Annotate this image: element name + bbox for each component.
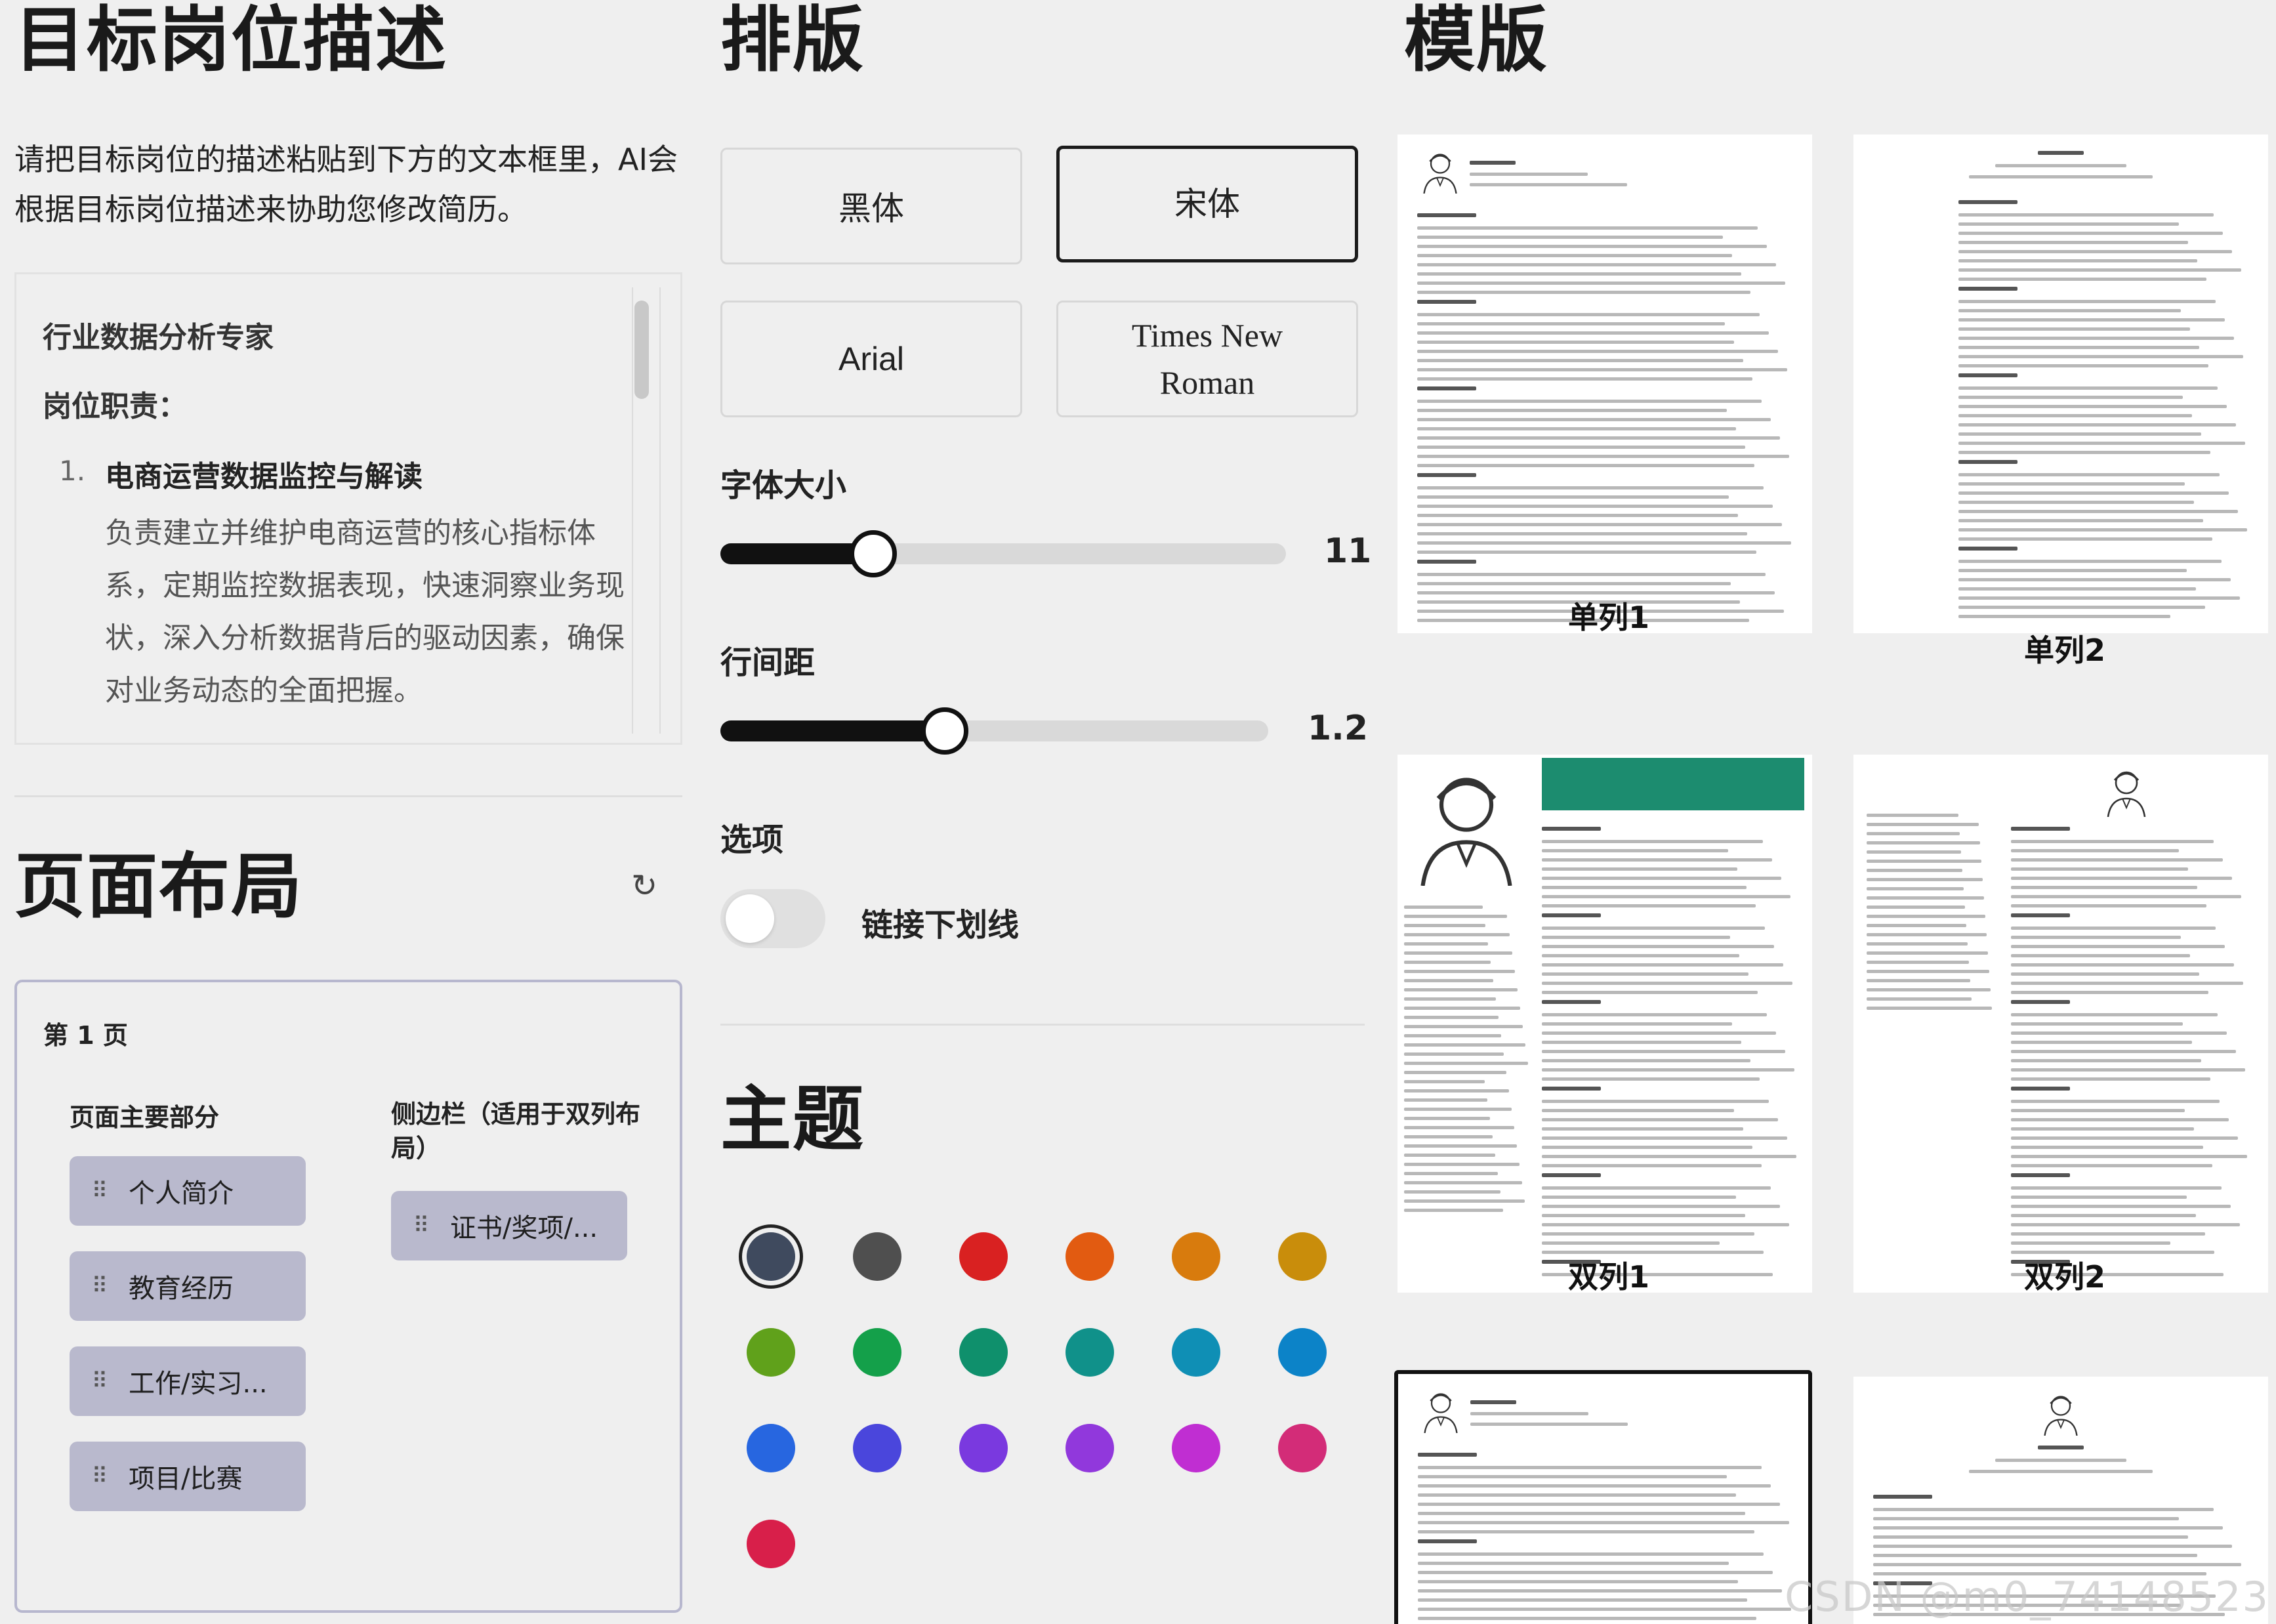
- font-size-value: 11: [1324, 531, 1372, 571]
- theme-color-swatch[interactable]: [959, 1424, 1008, 1472]
- theme-color-swatch[interactable]: [1066, 1328, 1114, 1377]
- page-number-label: 第 1 页: [43, 1021, 128, 1050]
- options-label: 选项: [720, 822, 784, 858]
- template-header-band: [1542, 758, 1804, 810]
- drag-handle-icon[interactable]: ⠿: [70, 1178, 129, 1204]
- theme-color-swatch[interactable]: [1066, 1232, 1114, 1281]
- watermark: CSDN @m0_74148523: [1785, 1573, 2269, 1621]
- template-thumbnail[interactable]: [1397, 135, 1812, 633]
- textarea-scrollbar-thumb[interactable]: [634, 301, 649, 399]
- avatar-icon: [1423, 154, 1457, 194]
- template-label: 双列2: [2024, 1259, 2106, 1295]
- templates-heading: 模版: [1404, 0, 1549, 81]
- line-height-slider[interactable]: [720, 707, 1268, 755]
- job-section-text: 岗位职责：: [43, 390, 187, 423]
- avatar-icon: [2107, 771, 2146, 817]
- job-description-heading: 目标岗位描述: [14, 0, 448, 81]
- theme-color-swatch[interactable]: [1172, 1328, 1220, 1377]
- template-thumbnail[interactable]: [1394, 1370, 1812, 1624]
- font-option-arial[interactable]: Arial: [720, 301, 1022, 417]
- job-item-body: 负责建立并维护电商运营的核心指标体系，定期监控数据表现，快速洞察业务现状，深入分…: [105, 516, 625, 707]
- layout-chip-education[interactable]: ⠿ 教育经历: [70, 1251, 306, 1321]
- drag-handle-icon[interactable]: ⠿: [70, 1368, 129, 1394]
- font-option-heiti[interactable]: 黑体: [720, 148, 1022, 264]
- theme-color-swatch[interactable]: [1278, 1424, 1327, 1472]
- font-size-slider-thumb[interactable]: [850, 530, 897, 577]
- theme-color-swatch[interactable]: [747, 1328, 795, 1377]
- template-label: 单列2: [2024, 633, 2106, 668]
- layout-chip-profile[interactable]: ⠿ 个人简介: [70, 1156, 306, 1226]
- typography-and-theme-column: 排版 黑体 宋体 Arial Times New Roman 字体大小 11 行…: [720, 0, 1371, 1624]
- drag-handle-icon[interactable]: ⠿: [70, 1273, 129, 1299]
- divider: [720, 1024, 1365, 1026]
- theme-color-swatch[interactable]: [853, 1328, 901, 1377]
- theme-color-swatch[interactable]: [1278, 1328, 1327, 1377]
- layout-chip-work[interactable]: ⠿ 工作/实习...: [70, 1346, 306, 1416]
- job-description-textarea[interactable]: 行业数据分析专家 岗位职责： 1. 电商运营数据监控与解读 负责建立并维护电商运…: [14, 272, 682, 745]
- page-layout-heading: 页面布局: [14, 846, 304, 928]
- theme-color-swatch[interactable]: [1172, 1424, 1220, 1472]
- avatar-icon: [2044, 1396, 2078, 1436]
- typography-heading: 排版: [720, 0, 865, 81]
- theme-color-swatch[interactable]: [1278, 1232, 1327, 1281]
- template-thumbnail[interactable]: [1397, 755, 1812, 1293]
- font-size-slider[interactable]: [720, 530, 1286, 577]
- font-option-songti[interactable]: 宋体: [1056, 146, 1358, 262]
- job-description-instructions: 请把目标岗位的描述粘贴到下方的文本框里，AI会根据目标岗位描述来协助您修改简历。: [14, 142, 678, 227]
- avatar-icon: [1424, 1393, 1458, 1433]
- theme-color-swatch[interactable]: [959, 1328, 1008, 1377]
- theme-color-swatch[interactable]: [1066, 1424, 1114, 1472]
- template-label: 单列1: [1568, 600, 1650, 635]
- resume-editor-settings: 目标岗位描述 请把目标岗位的描述粘贴到下方的文本框里，AI会根据目标岗位描述来协…: [0, 0, 2276, 1624]
- theme-color-swatch[interactable]: [853, 1424, 901, 1472]
- page-layout-panel: 第 1 页 页面主要部分 侧边栏（适用于双列布局） ⠿ 个人简介 ⠿ 教育经历 …: [14, 980, 682, 1613]
- main-section-label: 页面主要部分: [70, 1103, 220, 1132]
- theme-color-swatch[interactable]: [853, 1232, 901, 1281]
- theme-color-swatch[interactable]: [959, 1232, 1008, 1281]
- theme-color-swatch[interactable]: [747, 1424, 795, 1472]
- job-item-title: 电商运营数据监控与解读: [105, 460, 423, 493]
- link-underline-label: 链接下划线: [861, 907, 1020, 944]
- template-thumbnail[interactable]: [1853, 135, 2268, 633]
- link-underline-toggle[interactable]: [720, 889, 825, 948]
- reset-icon[interactable]: ↻: [625, 866, 664, 906]
- slider-fill: [720, 720, 945, 741]
- line-height-slider-thumb[interactable]: [921, 707, 968, 755]
- templates-column: 模版 单列1 单列2 双列1 双列2 CSDN @m0_74148523: [1394, 0, 2276, 1624]
- drag-handle-icon[interactable]: ⠿: [391, 1213, 450, 1239]
- theme-heading: 主题: [720, 1079, 865, 1161]
- job-and-layout-column: 目标岗位描述 请把目标岗位的描述粘贴到下方的文本框里，AI会根据目标岗位描述来协…: [14, 0, 682, 1624]
- layout-chip-certificates[interactable]: ⠿ 证书/奖项/...: [391, 1191, 627, 1260]
- theme-color-swatch[interactable]: [1172, 1232, 1220, 1281]
- font-option-times-new-roman[interactable]: Times New Roman: [1056, 301, 1358, 417]
- template-thumbnail[interactable]: [1853, 755, 2268, 1293]
- drag-handle-icon[interactable]: ⠿: [70, 1463, 129, 1489]
- theme-color-swatch[interactable]: [747, 1520, 795, 1568]
- line-height-value: 1.2: [1308, 709, 1369, 748]
- avatar-icon: [1420, 778, 1512, 886]
- divider: [14, 795, 682, 797]
- line-height-label: 行间距: [720, 644, 816, 681]
- theme-color-swatch[interactable]: [747, 1232, 795, 1281]
- sidebar-section-label: 侧边栏（适用于双列布局）: [391, 1100, 641, 1163]
- font-size-label: 字体大小: [720, 467, 847, 504]
- job-item-number: 1.: [59, 455, 86, 487]
- layout-chip-projects[interactable]: ⠿ 项目/比赛: [70, 1442, 306, 1511]
- toggle-knob: [726, 894, 774, 943]
- job-title-text: 行业数据分析专家: [43, 321, 274, 354]
- template-label: 双列1: [1568, 1259, 1650, 1295]
